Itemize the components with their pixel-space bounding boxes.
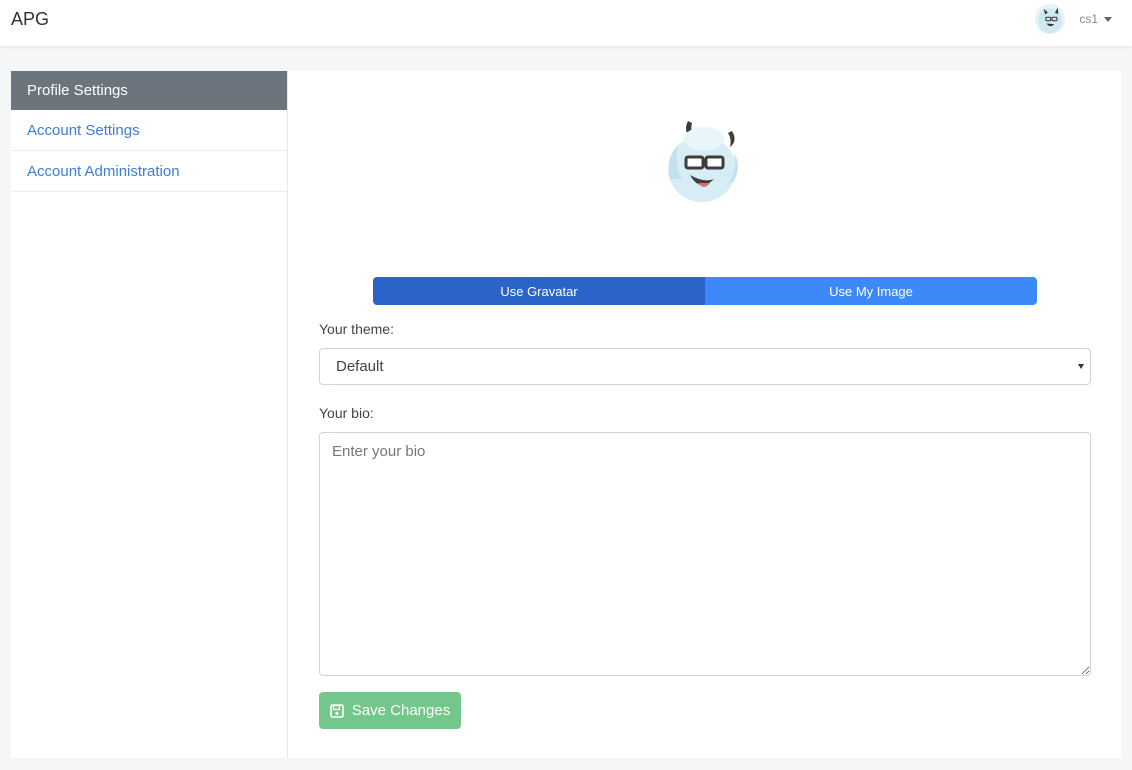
chevron-down-icon[interactable] [1104,16,1112,22]
avatar-source-toggle: Use Gravatar Use My Image [373,277,1037,305]
dropdown-arrow-icon [1078,364,1084,369]
floppy-disk-icon [329,703,344,718]
sidebar-item-account-administration[interactable]: Account Administration [11,151,287,192]
settings-sidebar: Profile Settings Account Settings Accoun… [11,71,288,758]
yeti-avatar-icon [664,117,744,203]
theme-select[interactable]: Default [319,348,1091,385]
theme-label: Your theme: [319,321,394,337]
use-my-image-button[interactable]: Use My Image [705,277,1037,305]
bio-textarea[interactable] [319,432,1091,676]
top-navbar: APG cs1 [0,0,1132,46]
profile-settings-panel: Use Gravatar Use My Image Your theme: De… [288,71,1121,758]
use-gravatar-button[interactable]: Use Gravatar [373,277,705,305]
username-label[interactable]: cs1 [1079,12,1098,26]
bio-label: Your bio: [319,405,374,421]
save-changes-label: Save Changes [351,702,451,719]
theme-select-value: Default [336,358,384,375]
brand-logo[interactable]: APG [11,9,49,30]
sidebar-item-profile-settings[interactable]: Profile Settings [11,71,287,110]
save-changes-button[interactable]: Save Changes [319,692,461,729]
user-menu[interactable]: cs1 [1035,4,1112,34]
sidebar-item-account-settings[interactable]: Account Settings [11,110,287,151]
yeti-avatar-icon[interactable] [1035,4,1066,34]
